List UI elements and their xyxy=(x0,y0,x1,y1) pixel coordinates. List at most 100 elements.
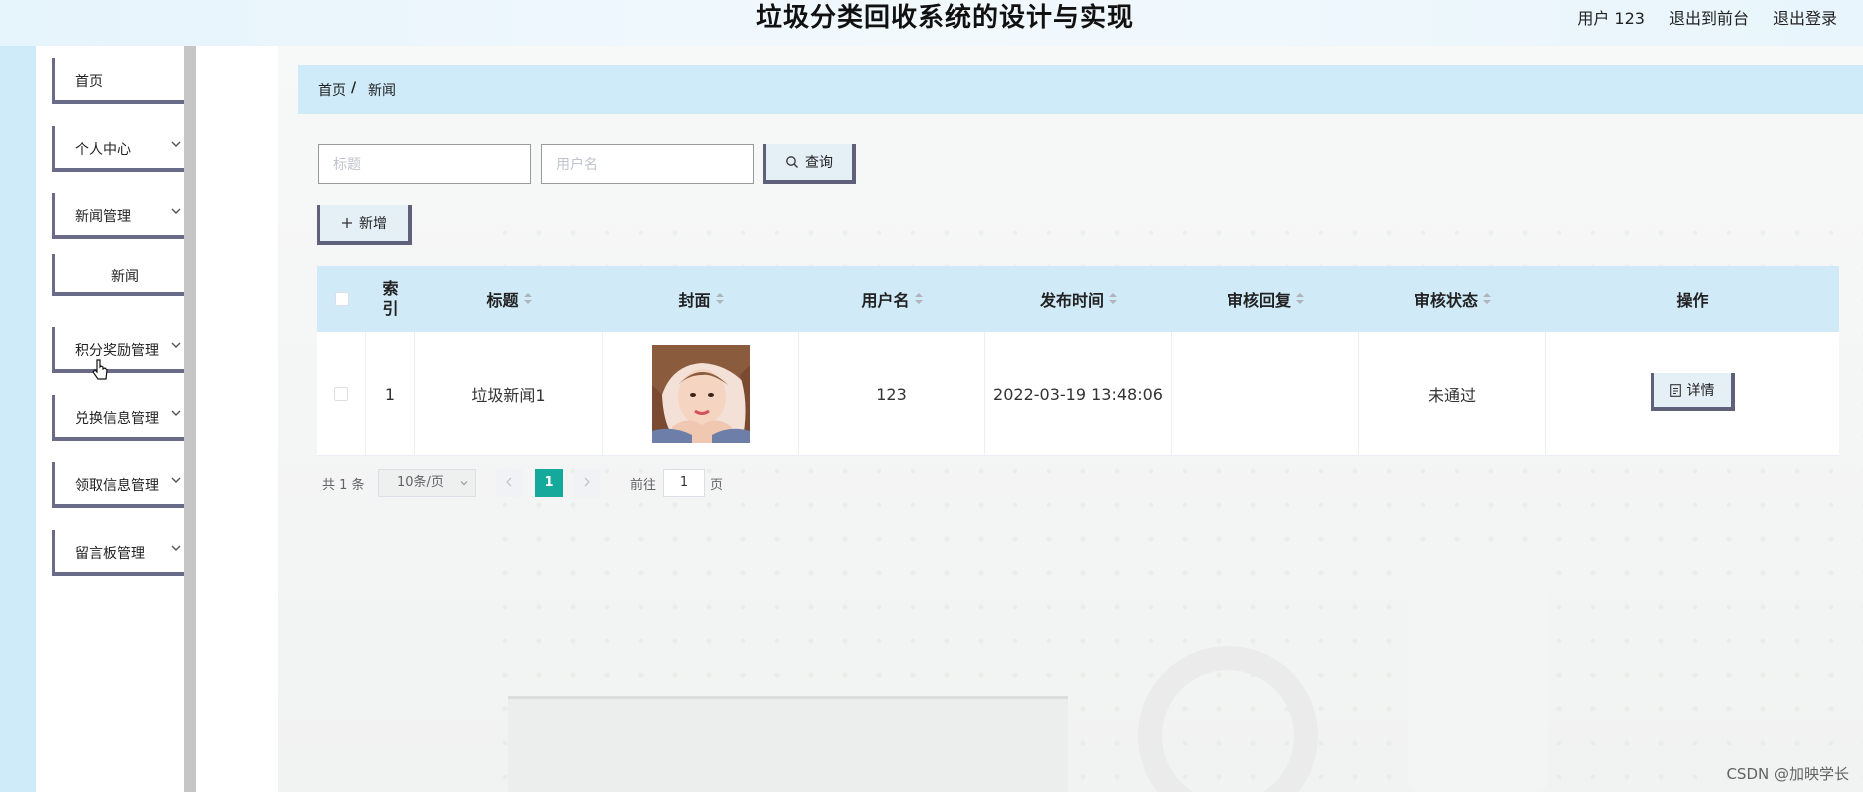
site-title: 垃圾分类回收系统的设计与实现 xyxy=(755,3,1134,33)
cell-publish-time: 2022-03-19 13:48:06 xyxy=(985,332,1172,456)
logout-link[interactable]: 退出登录 xyxy=(1773,5,1837,29)
goto-label: 前往 xyxy=(630,477,657,493)
column-header-publish-time[interactable]: 发布时间 xyxy=(985,266,1172,332)
prev-page-button[interactable] xyxy=(496,469,522,497)
next-page-button[interactable] xyxy=(574,469,600,497)
column-header-review-reply[interactable]: 审核回复 xyxy=(1172,266,1359,332)
query-button-label: 查询 xyxy=(805,155,833,171)
sidebar-item-collect-info[interactable]: 领取信息管理 xyxy=(52,462,199,508)
search-icon xyxy=(786,156,798,168)
cell-index: 1 xyxy=(366,332,415,456)
column-header-review-status-label: 审核状态 xyxy=(1413,291,1478,310)
background-shape xyxy=(1408,566,1548,792)
table-row: 1 垃圾新闻1 123 2022-03-19 13:48:06 未通过 详情 xyxy=(317,332,1839,456)
sort-icon[interactable] xyxy=(523,293,532,305)
sidebar: 首页 个人中心 新闻管理 新闻 积分奖励管理 兑换信息管理 领取信息管理 留言板… xyxy=(36,46,199,792)
sidebar-item-label: 积分奖励管理 xyxy=(75,343,159,359)
sidebar-scrollbar[interactable] xyxy=(184,46,196,792)
sidebar-item-personal-center[interactable]: 个人中心 xyxy=(52,126,199,172)
sidebar-item-home[interactable]: 首页 xyxy=(52,58,199,104)
select-all-cell xyxy=(317,266,366,332)
pagination-total: 共 1 条 xyxy=(322,477,365,493)
chevron-down-icon xyxy=(171,410,181,416)
row-select-cell xyxy=(317,332,366,456)
select-all-checkbox[interactable] xyxy=(334,292,349,306)
top-bar: 垃圾分类回收系统的设计与实现 用户 123 退出到前台 退出登录 xyxy=(0,0,1863,46)
mouse-cursor-icon xyxy=(92,359,108,380)
back-to-front-link[interactable]: 退出到前台 xyxy=(1669,5,1749,29)
sidebar-item-label: 个人中心 xyxy=(75,142,131,158)
sidebar-item-exchange-info[interactable]: 兑换信息管理 xyxy=(52,395,199,441)
sidebar-item-label: 兑换信息管理 xyxy=(75,411,159,427)
query-button[interactable]: 查询 xyxy=(763,144,856,184)
chevron-down-icon xyxy=(460,481,468,486)
table-header: 索 引 标题 封面 用户名 发布时间 审核回复 审核状态 操作 xyxy=(317,266,1839,332)
detail-button[interactable]: 详情 xyxy=(1650,373,1735,411)
chevron-down-icon xyxy=(171,208,181,214)
chevron-right-icon xyxy=(584,477,590,487)
chevron-down-icon xyxy=(171,477,181,483)
column-header-publish-time-label: 发布时间 xyxy=(1039,291,1104,310)
add-button[interactable]: 新增 xyxy=(317,205,412,245)
gap-column xyxy=(196,46,278,792)
breadcrumb-separator: / xyxy=(351,80,357,96)
column-header-review-reply-label: 审核回复 xyxy=(1226,291,1291,310)
column-header-username[interactable]: 用户名 xyxy=(799,266,985,332)
detail-button-label: 详情 xyxy=(1686,383,1715,399)
page-size-select[interactable]: 10条/页 xyxy=(378,469,476,497)
sidebar-item-label: 领取信息管理 xyxy=(75,478,159,494)
breadcrumb-current: 新闻 xyxy=(368,83,396,99)
watermark: CSDN @加映学长 xyxy=(1726,765,1849,783)
sidebar-item-news-management[interactable]: 新闻管理 xyxy=(52,193,199,239)
add-button-label: 新增 xyxy=(359,216,387,232)
cell-review-status: 未通过 xyxy=(1359,332,1546,456)
plus-icon xyxy=(342,218,352,228)
cover-image xyxy=(651,345,750,443)
top-links: 用户 123 退出到前台 退出登录 xyxy=(1577,0,1837,34)
breadcrumb-home[interactable]: 首页 xyxy=(318,80,346,100)
column-header-title-label: 标题 xyxy=(486,291,519,310)
sidebar-item-news[interactable]: 新闻 xyxy=(52,254,199,296)
chevron-left-icon xyxy=(506,477,512,487)
side-strip xyxy=(0,46,36,792)
row-checkbox[interactable] xyxy=(334,387,348,401)
page-size-value: 10条/页 xyxy=(397,475,444,490)
sort-icon[interactable] xyxy=(1109,293,1117,305)
background-shape xyxy=(508,696,1068,792)
sort-icon[interactable] xyxy=(1483,293,1491,305)
cover-photo xyxy=(651,345,750,443)
page-number-current[interactable]: 1 xyxy=(535,469,563,497)
column-header-username-label: 用户名 xyxy=(861,291,910,310)
chevron-down-icon xyxy=(171,141,181,147)
column-header-cover[interactable]: 封面 xyxy=(603,266,799,332)
sidebar-item-message-board[interactable]: 留言板管理 xyxy=(52,530,199,576)
cell-title: 垃圾新闻1 xyxy=(415,332,603,456)
cell-cover xyxy=(603,332,799,456)
chevron-down-icon xyxy=(171,342,181,348)
news-table: 索 引 标题 封面 用户名 发布时间 审核回复 审核状态 操作 1 垃圾新闻1 xyxy=(317,266,1839,456)
sort-icon[interactable] xyxy=(914,293,923,305)
main-content: 首页 / 新闻 查询 新增 索 引 标题 封面 用户名 发布时间 审核回复 审核… xyxy=(278,46,1863,792)
sort-icon[interactable] xyxy=(1296,293,1304,305)
column-header-title[interactable]: 标题 xyxy=(415,266,603,332)
user-label: 用户 123 xyxy=(1577,9,1645,28)
column-header-index: 索 引 xyxy=(382,279,399,318)
title-search-input[interactable] xyxy=(318,144,531,184)
sidebar-item-label: 留言板管理 xyxy=(75,546,145,562)
chevron-down-icon xyxy=(171,545,181,551)
goto-page-input[interactable]: 1 xyxy=(663,469,705,497)
sidebar-item-label: 新闻 xyxy=(111,269,139,285)
page-suffix: 页 xyxy=(710,477,724,493)
sidebar-item-points-reward[interactable]: 积分奖励管理 xyxy=(52,327,199,373)
document-icon xyxy=(1669,383,1681,397)
username-search-input[interactable] xyxy=(541,144,754,184)
cell-username: 123 xyxy=(799,332,985,456)
column-header-review-status[interactable]: 审核状态 xyxy=(1359,266,1546,332)
sort-icon[interactable] xyxy=(715,293,724,305)
cell-actions: 详情 xyxy=(1546,332,1839,456)
sidebar-item-label: 新闻管理 xyxy=(75,209,131,225)
sidebar-item-label: 首页 xyxy=(75,74,103,90)
column-header-cover-label: 封面 xyxy=(678,291,711,310)
column-header-actions: 操作 xyxy=(1676,291,1709,310)
cell-review-reply xyxy=(1172,332,1359,456)
